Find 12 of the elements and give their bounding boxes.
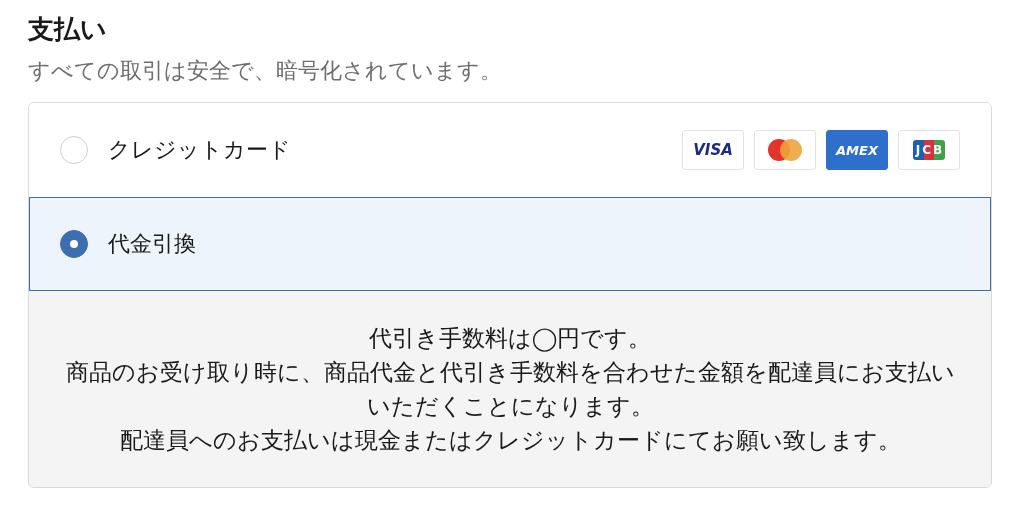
option-label: クレジットカード xyxy=(108,136,291,164)
option-label: 代金引換 xyxy=(108,230,196,258)
radio-button[interactable] xyxy=(60,230,88,258)
details-text: 商品のお受け取り時に、商品代金と代引き手数料を合わせた金額を配達員にお支払いいただくことになります。 xyxy=(65,358,955,421)
card-logo xyxy=(754,130,816,170)
details-text: 配達員へのお支払いは現金またはクレジットカードにてお願い致します。 xyxy=(118,426,902,455)
details-text: 代引き手数料は◯円です。 xyxy=(367,324,653,354)
card-logo: AMEX xyxy=(826,130,888,170)
section-title: 支払い xyxy=(28,13,108,46)
card-logo: VISA xyxy=(682,130,744,170)
security-note: すべての取引は安全で、暗号化されています。 xyxy=(28,57,503,85)
payment-option[interactable]: 代金引換 xyxy=(29,197,991,291)
